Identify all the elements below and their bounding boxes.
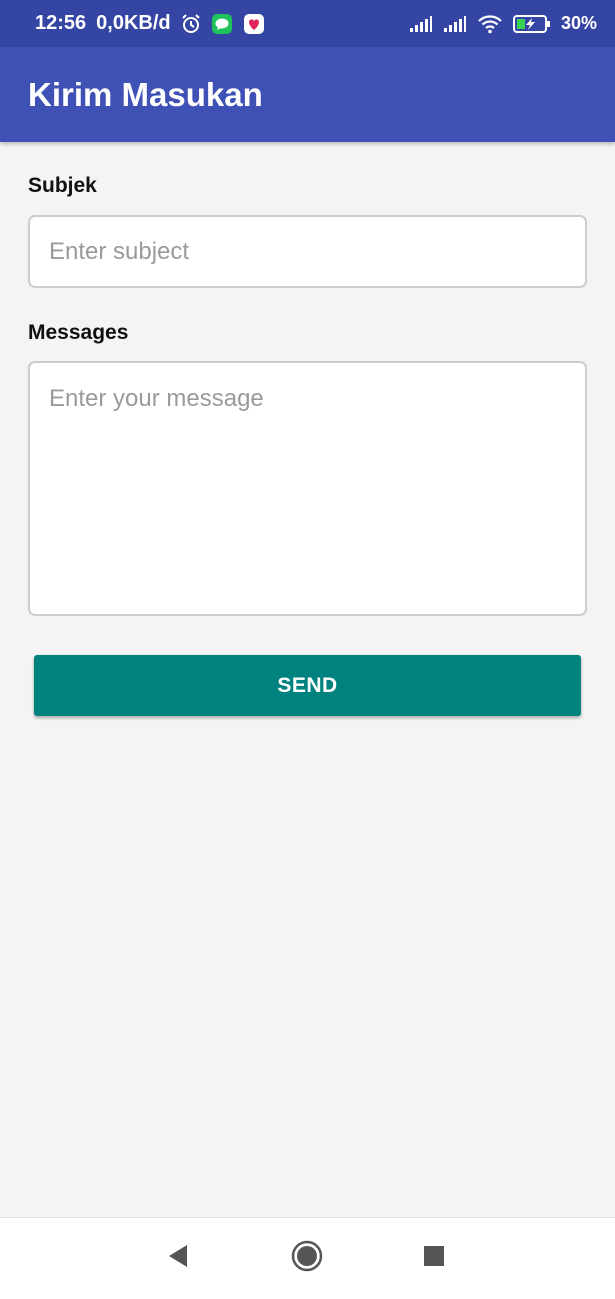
heart-app-icon xyxy=(243,13,265,35)
signal-icon xyxy=(443,15,467,33)
page-title: Kirim Masukan xyxy=(28,76,263,113)
battery-percent: 30% xyxy=(560,13,597,33)
message-label: Messages xyxy=(28,321,129,344)
status-left: 12:56 0,0KB/d xyxy=(35,0,265,47)
status-right: 30% xyxy=(409,0,597,47)
battery-charging-icon xyxy=(512,14,551,34)
message-input[interactable] xyxy=(28,361,587,616)
send-button[interactable]: SEND xyxy=(34,655,581,716)
status-data-rate: 0,0KB/d xyxy=(96,12,171,34)
chat-bubble-icon xyxy=(211,13,233,35)
signal-icon xyxy=(409,15,433,33)
subject-label: Subjek xyxy=(28,174,97,197)
alarm-clock-icon xyxy=(181,13,201,34)
recents-button[interactable] xyxy=(414,1238,454,1278)
navigation-bar xyxy=(0,1217,615,1299)
recents-icon xyxy=(423,1245,445,1272)
back-icon xyxy=(166,1243,190,1274)
home-icon xyxy=(291,1240,323,1277)
status-bar: 12:56 0,0KB/d 30% xyxy=(0,0,615,47)
home-button[interactable] xyxy=(287,1238,327,1278)
subject-input[interactable] xyxy=(28,215,587,288)
app-bar: Kirim Masukan xyxy=(0,47,615,142)
back-button[interactable] xyxy=(158,1238,198,1278)
wifi-icon xyxy=(477,14,503,34)
status-time: 12:56 xyxy=(35,12,87,34)
